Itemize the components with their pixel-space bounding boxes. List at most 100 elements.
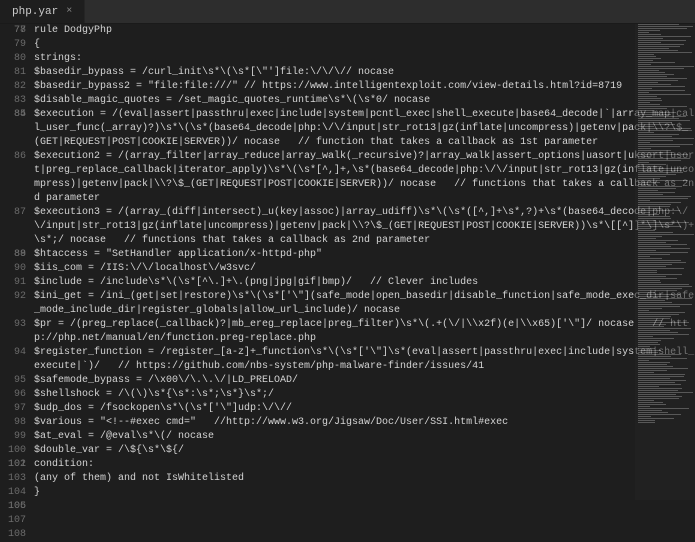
minimap-line <box>638 118 679 119</box>
minimap-line <box>638 260 681 261</box>
minimap-line <box>638 130 692 131</box>
minimap-line <box>638 328 691 329</box>
code-text: $udp_dos = /fsockopen\s*\(\s*['\"]udp:\/… <box>34 402 292 416</box>
minimap-line <box>638 216 670 217</box>
minimap-line <box>638 78 687 79</box>
code-text: condition: <box>34 458 94 472</box>
code-text: $htaccess = "SetHandler application/x-ht… <box>34 248 322 262</box>
minimap-line <box>638 346 650 347</box>
minimap-line <box>638 294 680 295</box>
minimap-line <box>638 202 681 203</box>
minimap-line <box>638 378 670 379</box>
minimap-line <box>638 90 685 91</box>
minimap-line <box>638 304 692 305</box>
minimap-line <box>638 338 674 339</box>
minimap-line <box>638 206 670 207</box>
tab-label: php.yar <box>12 6 58 18</box>
minimap-line <box>638 186 682 187</box>
minimap-line <box>638 204 671 205</box>
minimap-line <box>638 38 663 39</box>
minimap-line <box>638 88 652 89</box>
line-number: 81 <box>0 66 26 80</box>
minimap-line <box>638 418 674 419</box>
line-number: 85 <box>0 108 26 150</box>
minimap-line <box>638 256 650 257</box>
minimap-line <box>638 292 655 293</box>
code-line: $various = "<!--#exec cmd=" //http://www… <box>34 416 695 430</box>
minimap-line <box>638 34 661 35</box>
code-line: $safemode_bypass = /\x00\/\.\.\/|LD_PREL… <box>34 374 695 388</box>
minimap-line <box>638 44 684 45</box>
code-line: $pr = /(preg_replace(_callback)?|mb_ereg… <box>34 318 695 346</box>
close-icon[interactable]: × <box>66 6 72 17</box>
minimap-line <box>638 194 663 195</box>
code-line: $iis_com = /IIS:\/\/localhost\/w3svc/ <box>34 262 695 276</box>
minimap-line <box>638 64 651 65</box>
minimap-line <box>638 30 660 31</box>
minimap-line <box>638 374 685 375</box>
minimap-line <box>638 148 651 149</box>
minimap-line <box>638 192 675 193</box>
minimap-line <box>638 276 666 277</box>
minimap-line <box>638 100 662 101</box>
line-number: 80 <box>0 52 26 66</box>
minimap-line <box>638 336 653 337</box>
line-number: 78 <box>0 24 26 38</box>
minimap-line <box>638 200 650 201</box>
code-text: $double_var = /\${\s*\${/ <box>34 444 184 458</box>
minimap-line <box>638 152 674 153</box>
minimap-line <box>638 332 678 333</box>
minimap-line <box>638 196 691 197</box>
minimap-line <box>638 274 682 275</box>
minimap-line <box>638 128 691 129</box>
minimap-line <box>638 42 661 43</box>
minimap-line <box>638 218 671 219</box>
minimap-line <box>638 98 661 99</box>
minimap-line <box>638 406 650 407</box>
minimap-line <box>638 120 690 121</box>
minimap-line <box>638 308 662 309</box>
code-line: { <box>34 38 695 52</box>
minimap-line <box>638 376 684 377</box>
minimap-line <box>638 370 667 371</box>
minimap-line <box>638 164 666 165</box>
minimap-line <box>638 314 679 315</box>
code-text: $ini_get = /ini_(get|set|restore)\s*\(\s… <box>34 290 695 318</box>
line-number: 95 <box>0 374 26 388</box>
minimap-line <box>638 72 665 73</box>
minimap-line <box>638 362 670 363</box>
tab-file[interactable]: php.yar × <box>0 0 85 23</box>
gutter: 7778798081828384858687888990919293949596… <box>0 24 34 500</box>
minimap-line <box>638 408 689 409</box>
minimap-line <box>638 60 653 61</box>
minimap-line <box>638 150 671 151</box>
minimap-line <box>638 280 660 281</box>
minimap-line <box>638 300 665 301</box>
minimap-line <box>638 254 670 255</box>
minimap-line <box>638 220 656 221</box>
code-text: } <box>34 486 40 500</box>
minimap-line <box>638 228 651 229</box>
minimap-line <box>638 158 690 159</box>
minimap[interactable] <box>635 24 695 500</box>
minimap-line <box>638 110 654 111</box>
minimap-line <box>638 396 682 397</box>
code-text: $shellshock = /\(\)\s*{\s*:\s*;\s*}\s*;/ <box>34 388 274 402</box>
minimap-line <box>638 138 694 139</box>
minimap-line <box>638 46 680 47</box>
minimap-line <box>638 24 679 25</box>
minimap-line <box>638 412 668 413</box>
minimap-line <box>638 234 694 235</box>
code-content[interactable]: rule DodgyPhp{strings:$basedir_bypass = … <box>34 24 695 500</box>
line-number: 103 <box>0 472 26 486</box>
code-text: $execution2 = /(array_filter|array_reduc… <box>34 150 695 206</box>
minimap-line <box>638 282 661 283</box>
minimap-line <box>638 316 671 317</box>
minimap-line <box>638 416 651 417</box>
minimap-line <box>638 352 658 353</box>
minimap-line <box>638 270 657 271</box>
code-text: $register_function = /register_[a-z]+_fu… <box>34 346 695 374</box>
minimap-line <box>638 224 673 225</box>
minimap-line <box>638 392 693 393</box>
minimap-line <box>638 132 654 133</box>
